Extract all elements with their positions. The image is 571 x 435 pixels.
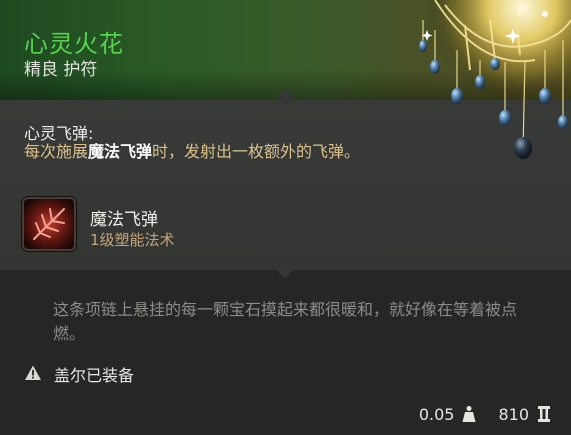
warning-triangle-icon xyxy=(25,365,41,380)
item-rarity-type: 精良 护符 xyxy=(24,60,98,80)
ability-description: 每次施展魔法飞弹时，发射出一枚额外的飞弹。 xyxy=(24,141,394,163)
ability-desc-text: 每次施展 xyxy=(24,142,89,161)
item-weight: 0.05 xyxy=(418,404,455,424)
item-tooltip: 心灵火花 精良 护符 心灵飞弹: 每次施展魔法飞弹时，发射出一枚额外的飞弹。 魔… xyxy=(0,0,571,435)
flavor-text: 这条项链上悬挂的每一颗宝石摸起来都很暖和，就好像在等着被点燃。 xyxy=(53,300,518,343)
item-name: 心灵火花 xyxy=(24,30,124,58)
gold-coin-icon xyxy=(538,406,550,422)
item-value: 810 xyxy=(498,404,529,424)
ability-desc-highlight: 魔法飞弹 xyxy=(88,142,153,161)
spell-level: 1级塑能法术 xyxy=(90,231,175,249)
ability-desc-text-2: 时，发射出一枚额外的飞弹。 xyxy=(152,142,361,161)
magic-missile-icon[interactable] xyxy=(22,197,76,251)
weight-icon xyxy=(462,406,476,422)
amulet-image xyxy=(395,0,571,170)
description-section: 这条项链上悬挂的每一颗宝石摸起来都很暖和，就好像在等着被点燃。 盖尔已装备 0.… xyxy=(0,270,571,435)
item-footer: 0.05 810 xyxy=(419,403,551,425)
spell-name: 魔法飞弹 xyxy=(90,210,158,230)
equipped-status: 盖尔已装备 xyxy=(54,366,135,385)
